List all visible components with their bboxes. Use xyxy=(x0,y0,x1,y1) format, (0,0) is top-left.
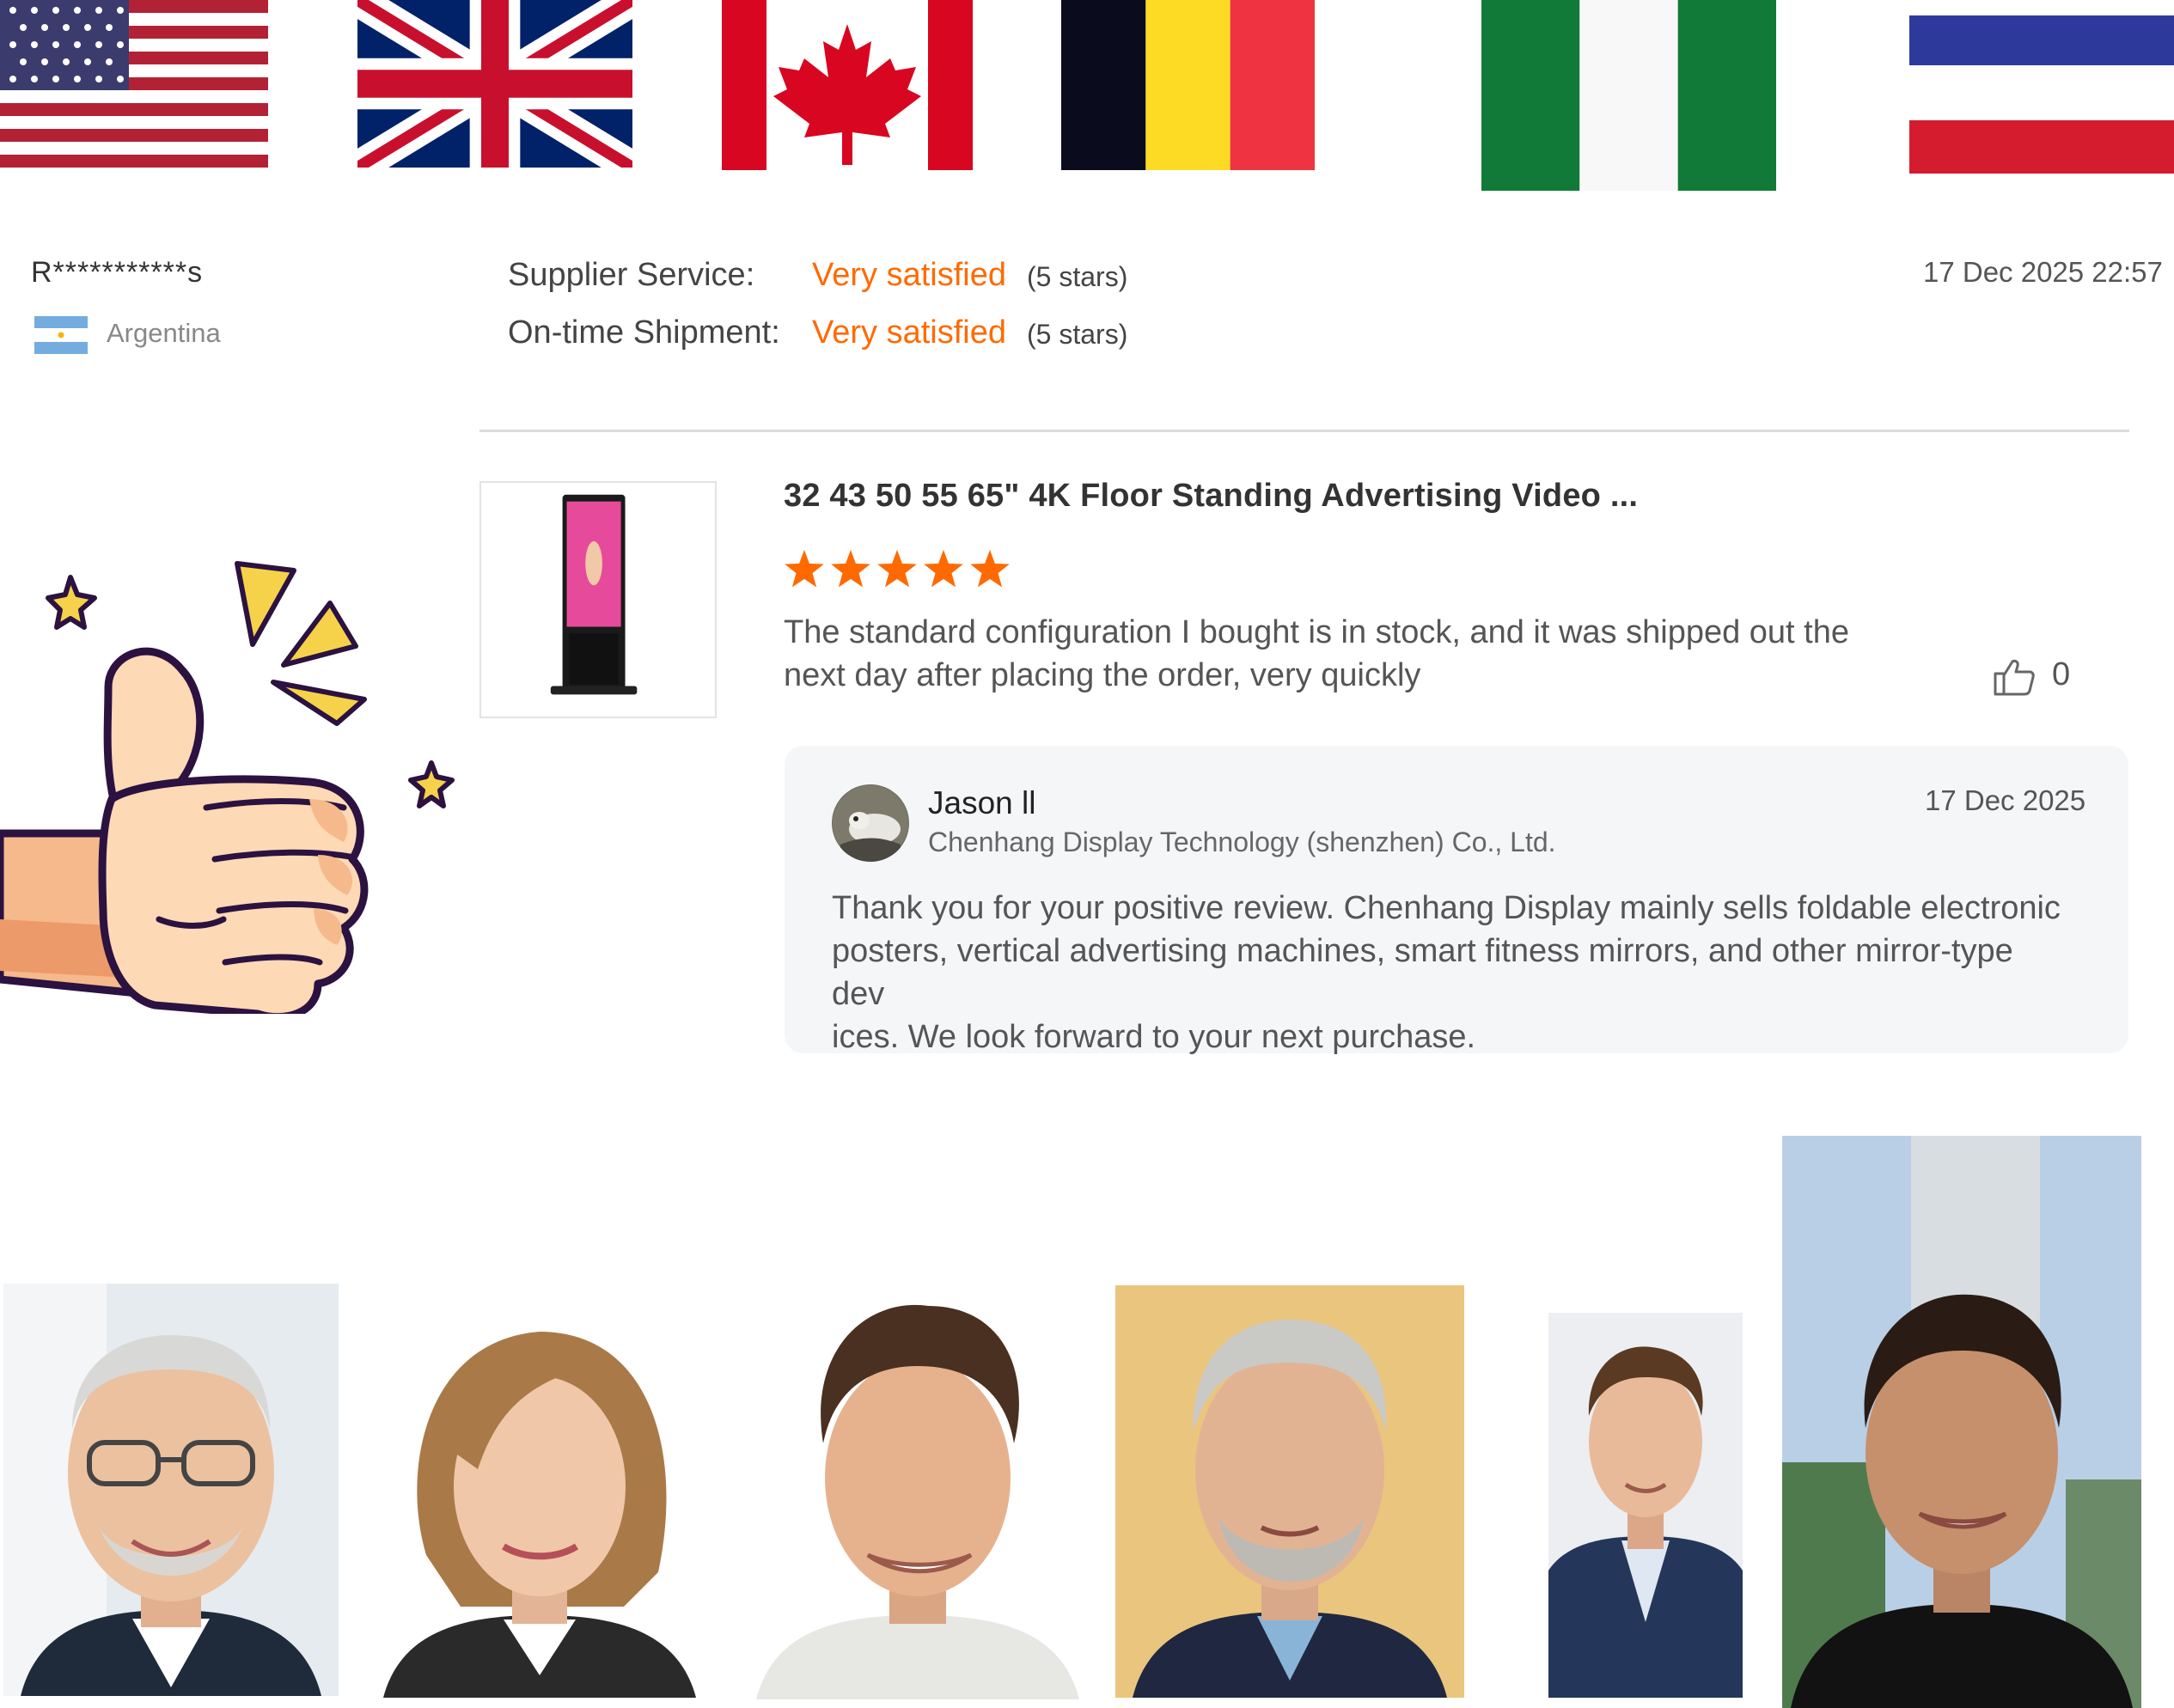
seller-name: Jason ll xyxy=(928,785,1036,820)
divider xyxy=(479,430,2129,432)
reply-date: 17 Dec 2025 xyxy=(1925,784,2086,816)
argentina-flag-icon xyxy=(34,316,88,354)
united-kingdom-flag-icon xyxy=(357,0,632,168)
thumbs-up-illustration xyxy=(0,550,464,1022)
belgium-flag-icon xyxy=(1061,0,1315,170)
shipment-value: Very satisfied xyxy=(812,314,1006,351)
shipment-label: On-time Shipment: xyxy=(508,314,780,351)
star-icon xyxy=(924,550,963,588)
reply-text: Thank you for your positive review. Chen… xyxy=(832,887,2069,1058)
nigeria-flag-icon xyxy=(1481,0,1776,191)
reply-text-line: ices. We look forward to your next purch… xyxy=(832,1019,1476,1055)
portrait-young-man-curly-hair xyxy=(748,1280,1088,1699)
thumbs-up-like-icon[interactable] xyxy=(1992,655,2037,699)
like-count: 0 xyxy=(2052,656,2071,692)
supplier-service-value: Very satisfied xyxy=(812,257,1006,293)
star-icon xyxy=(831,550,870,588)
shipment-stars: (5 stars) xyxy=(1027,319,1128,350)
review-star-rating xyxy=(782,548,1023,593)
portrait-woman-dark-hair xyxy=(1782,1136,2141,1708)
seller-company: Chenhang Display Technology (shenzhen) C… xyxy=(928,827,1556,857)
canada-flag-icon xyxy=(722,0,973,170)
review-text-line: The standard configuration I bought is i… xyxy=(784,614,1849,650)
reply-text-line: posters, vertical advertising machines, … xyxy=(832,933,2013,1012)
portrait-older-man-glasses xyxy=(3,1284,339,1696)
reviewer-name: R***********s xyxy=(31,256,204,289)
review-datetime: 17 Dec 2025 22:57 xyxy=(1923,256,2163,288)
reviewer-country: Argentina xyxy=(107,318,221,348)
star-icon xyxy=(970,550,1010,588)
reply-text-line: Thank you for your positive review. Chen… xyxy=(832,890,2061,926)
product-thumbnail[interactable] xyxy=(479,481,717,718)
seller-avatar xyxy=(832,784,909,862)
review-text: The standard configuration I bought is i… xyxy=(784,611,1875,697)
portrait-older-man-gray-beard xyxy=(1115,1285,1464,1698)
supplier-service-stars: (5 stars) xyxy=(1027,261,1128,292)
star-icon xyxy=(785,550,824,588)
star-icon xyxy=(877,550,917,588)
united-states-flag-icon xyxy=(0,0,268,168)
review-text-line: next day after placing the order, very q… xyxy=(784,657,1421,693)
portrait-man-suit xyxy=(1548,1313,1743,1698)
product-title[interactable]: 32 43 50 55 65" 4K Floor Standing Advert… xyxy=(784,478,1638,515)
portrait-woman-blonde xyxy=(366,1297,713,1698)
supplier-service-label: Supplier Service: xyxy=(508,257,755,293)
thailand-flag-icon xyxy=(1909,0,2174,176)
